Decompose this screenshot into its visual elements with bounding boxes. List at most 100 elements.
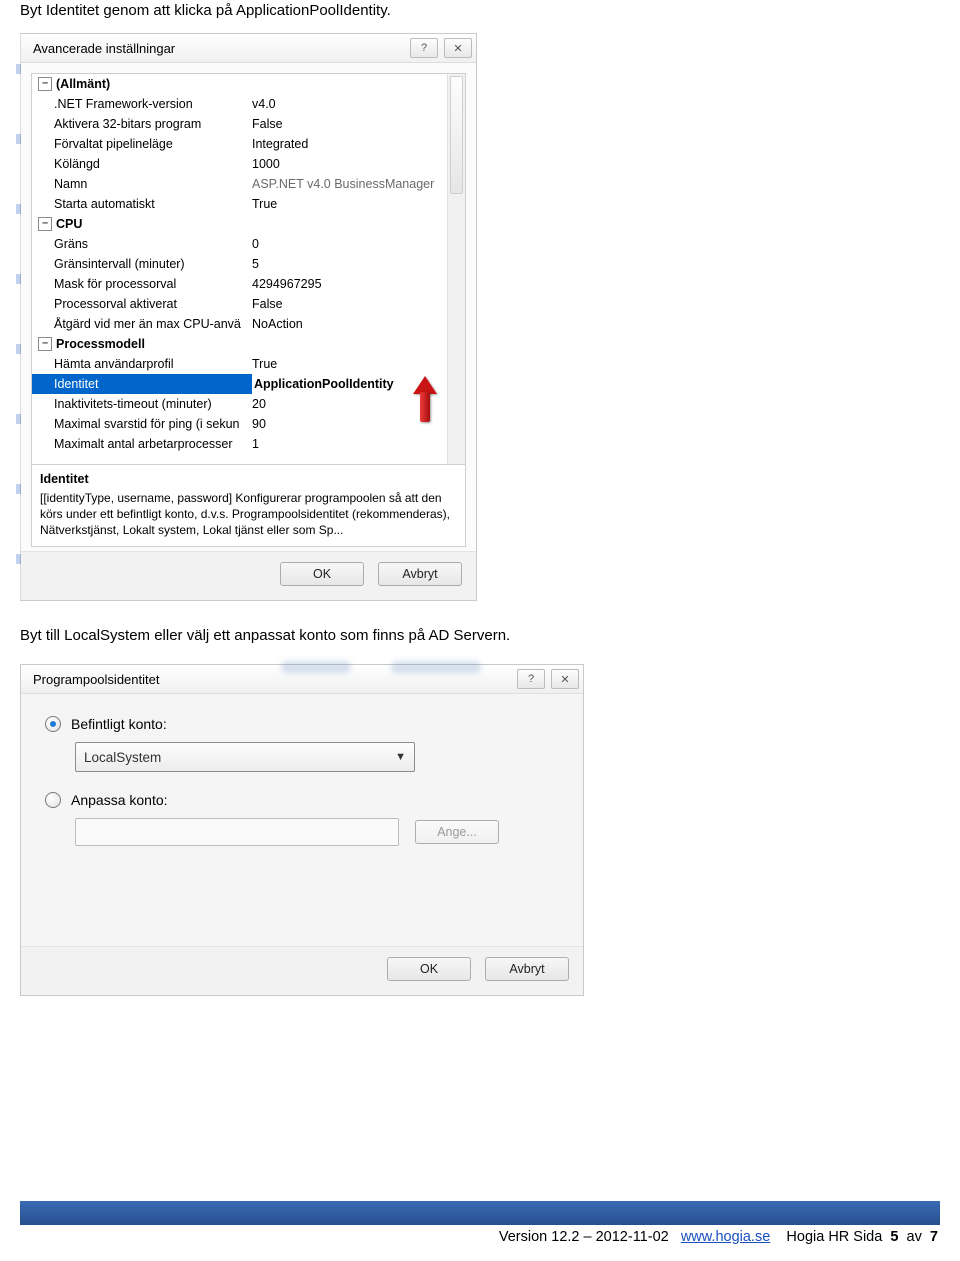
radio-builtin-account[interactable]: Befintligt konto: [45,716,559,732]
prop-load-user-profile[interactable]: Hämta användarprofilTrue [32,354,447,374]
description-body: [[identityType, username, password] Konf… [40,490,457,539]
prop-value: 0 [252,237,447,251]
prop-value: 1 [252,437,447,451]
prop-cpu-limit[interactable]: Gräns0 [32,234,447,254]
prop-value: False [252,117,447,131]
prop-enable-32bit[interactable]: Aktivera 32-bitars programFalse [32,114,447,134]
prop-name: Gränsintervall (minuter) [54,257,252,271]
prop-name: Namn [54,177,252,191]
footer-bar [20,1201,940,1225]
collapse-icon[interactable]: − [38,77,52,91]
property-grid[interactable]: − (Allmänt) .NET Framework-versionv4.0 A… [31,73,466,465]
footer-av: av [907,1229,922,1245]
prop-value: 90 [252,417,447,431]
footer-page-total: 7 [926,1229,938,1245]
background-blur [391,661,481,673]
prop-pipeline-mode[interactable]: Förvaltat pipelinelägeIntegrated [32,134,447,154]
help-button[interactable]: ? [517,669,545,689]
vertical-scrollbar[interactable] [447,74,465,464]
scrollbar-thumb[interactable] [450,76,463,194]
builtin-account-select[interactable]: LocalSystem ▼ [75,742,415,772]
doc-paragraph-2: Byt till LocalSystem eller välj ett anpa… [20,601,940,658]
prop-name: Starta automatiskt [54,197,252,211]
prop-name-readonly[interactable]: NamnASP.NET v4.0 BusinessManager [32,174,447,194]
prop-processor-mask[interactable]: Mask för processorval4294967295 [32,274,447,294]
prop-name: Mask för processorval [54,277,252,291]
close-button[interactable]: ✕ [444,38,472,58]
radio-icon[interactable] [45,716,61,732]
prop-value: False [252,297,447,311]
dialog-titlebar: Avancerade inställningar ? ✕ [21,34,476,63]
background-blur [281,661,351,673]
radio-label: Befintligt konto: [71,716,167,732]
prop-value: 20 [252,397,447,411]
prop-name: Gräns [54,237,252,251]
combo-value: LocalSystem [84,750,161,765]
prop-processor-affinity[interactable]: Processorval aktiveratFalse [32,294,447,314]
prop-value[interactable]: ApplicationPoolIdentity [252,374,447,394]
dialog-title: Programpoolsidentitet [33,672,159,687]
ok-button[interactable]: OK [280,562,364,586]
prop-value: NoAction [252,317,447,331]
page-footer: Version 12.2 – 2012-11-02 www.hogia.se H… [0,1201,960,1261]
radio-label: Anpassa konto: [71,792,168,808]
prop-cpu-action[interactable]: Åtgärd vid mer än max CPU-anväNoAction [32,314,447,334]
collapse-icon[interactable]: − [38,337,52,351]
footer-product: Hogia HR Sida [786,1229,882,1245]
collapse-icon[interactable]: − [38,217,52,231]
prop-name: Åtgärd vid mer än max CPU-anvä [54,317,252,331]
category-label: (Allmänt) [56,77,254,91]
prop-name: Maximal svarstid för ping (i sekun [54,417,252,431]
prop-name: Identitet [54,377,252,391]
prop-value: 1000 [252,157,447,171]
property-description: Identitet [[identityType, username, pass… [31,465,466,547]
radio-custom-account[interactable]: Anpassa konto: [45,792,559,808]
prop-name: Aktivera 32-bitars program [54,117,252,131]
footer-version: Version 12.2 – 2012-11-02 [499,1229,669,1245]
prop-identity-selected[interactable]: Identitet ApplicationPoolIdentity [32,374,447,394]
footer-page-current: 5 [886,1229,902,1245]
cancel-button[interactable]: Avbryt [378,562,462,586]
category-allmant[interactable]: − (Allmänt) [32,74,447,94]
prop-ping-max[interactable]: Maximal svarstid för ping (i sekun90 [32,414,447,434]
dialog-title: Avancerade inställningar [33,41,175,56]
prop-value: ASP.NET v4.0 BusinessManager [252,177,447,191]
prop-value: 4294967295 [252,277,447,291]
description-title: Identitet [40,471,457,488]
prop-name: Kölängd [54,157,252,171]
prop-queue-length[interactable]: Kölängd1000 [32,154,447,174]
prop-name: Maximalt antal arbetarprocesser [54,437,252,451]
category-label: Processmodell [56,337,254,351]
prop-net-framework[interactable]: .NET Framework-versionv4.0 [32,94,447,114]
category-cpu[interactable]: − CPU [32,214,447,234]
prop-cpu-limit-interval[interactable]: Gränsintervall (minuter)5 [32,254,447,274]
apppool-identity-dialog: Programpoolsidentitet ? ✕ Befintligt kon… [20,664,584,996]
window-snap-stripe [16,34,21,600]
help-button[interactable]: ? [410,38,438,58]
prop-value: True [252,197,447,211]
cancel-button[interactable]: Avbryt [485,957,569,981]
prop-value: True [252,357,447,371]
category-label: CPU [56,217,254,231]
prop-name: Förvaltat pipelineläge [54,137,252,151]
prop-name: Processorval aktiverat [54,297,252,311]
prop-name: Inaktivitets-timeout (minuter) [54,397,252,411]
custom-account-field [75,818,399,846]
prop-value: 5 [252,257,447,271]
footer-link[interactable]: www.hogia.se [681,1229,770,1245]
close-button[interactable]: ✕ [551,669,579,689]
prop-start-auto[interactable]: Starta automatisktTrue [32,194,447,214]
prop-name: Hämta användarprofil [54,357,252,371]
category-process-model[interactable]: − Processmodell [32,334,447,354]
doc-paragraph-1: Byt Identitet genom att klicka på Applic… [20,2,940,33]
prop-idle-timeout[interactable]: Inaktivitets-timeout (minuter)20 [32,394,447,414]
ok-button[interactable]: OK [387,957,471,981]
prop-name: .NET Framework-version [54,97,252,111]
chevron-down-icon: ▼ [395,751,406,763]
prop-value: v4.0 [252,97,447,111]
prop-max-worker[interactable]: Maximalt antal arbetarprocesser1 [32,434,447,454]
radio-icon[interactable] [45,792,61,808]
dialog-button-bar: OK Avbryt [21,551,476,600]
set-account-button[interactable]: Ange... [415,820,499,844]
advanced-settings-dialog: Avancerade inställningar ? ✕ − (Allmänt) [20,33,477,601]
